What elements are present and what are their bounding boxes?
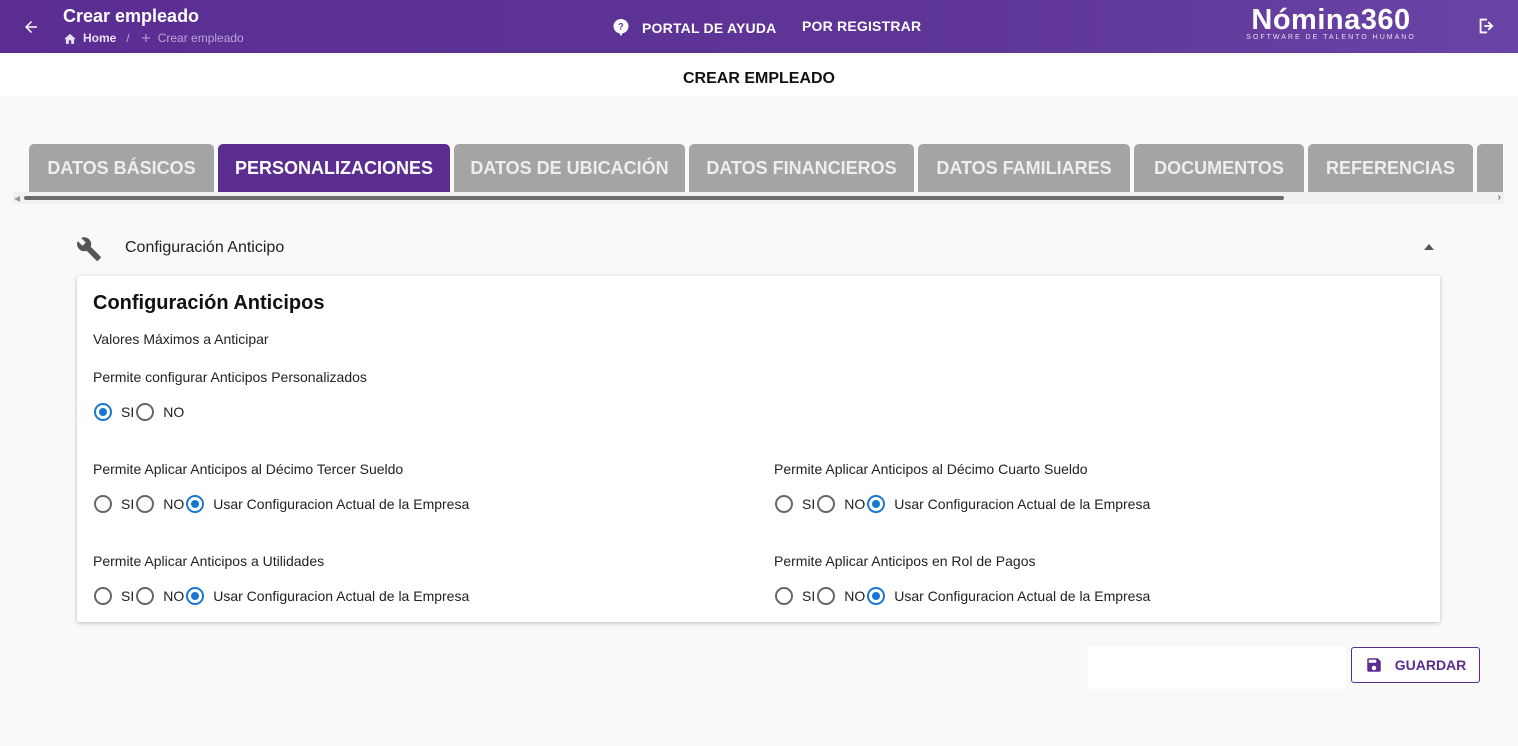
radio-group-utilidades: SI NO Usar Configuracion Actual de la Em… — [94, 586, 471, 606]
question-decimo-cuarto: Permite Aplicar Anticipos al Décimo Cuar… — [774, 461, 1088, 477]
radio-label-si[interactable]: SI — [121, 496, 134, 512]
breadcrumb-home-label: Home — [83, 31, 117, 45]
radio-label-no[interactable]: NO — [844, 588, 865, 604]
section-title: Configuración Anticipo — [125, 239, 285, 256]
help-pin-icon: ? — [613, 19, 629, 37]
top-bar: Crear empleado Home / Crear empleado ? P… — [0, 0, 1518, 53]
radio-decimo-cuarto-si[interactable] — [775, 495, 793, 513]
plus-icon — [141, 34, 150, 42]
scroll-thumb[interactable] — [24, 196, 1284, 200]
radio-utilidades-no[interactable] — [136, 587, 155, 605]
radio-label-empresa[interactable]: Usar Configuracion Actual de la Empresa — [894, 496, 1150, 512]
save-button[interactable]: GUARDAR — [1351, 647, 1480, 683]
logo-name: Nómina360 — [1251, 4, 1411, 36]
help-portal-link[interactable]: ? PORTAL DE AYUDA — [612, 18, 776, 38]
back-button[interactable] — [18, 14, 44, 40]
save-button-label: GUARDAR — [1394, 657, 1467, 673]
anticipos-card: Configuración Anticipos Valores Máximos … — [77, 276, 1440, 622]
radio-personalizados-si[interactable] — [94, 403, 112, 421]
brand-logo: Nómina360 SOFTWARE DE TALENTO HUMANO — [1240, 4, 1422, 41]
svg-text:?: ? — [618, 22, 624, 32]
pending-register-label: POR REGISTRAR — [802, 18, 922, 34]
caret-up-icon[interactable] — [1424, 244, 1434, 250]
question-utilidades: Permite Aplicar Anticipos a Utilidades — [93, 553, 325, 569]
radio-personalizados-no[interactable] — [136, 403, 155, 421]
breadcrumb-current: Crear empleado — [140, 31, 244, 45]
radio-label-si[interactable]: SI — [802, 588, 815, 604]
logo-tagline: SOFTWARE DE TALENTO HUMANO — [1246, 34, 1416, 41]
radio-label-si[interactable]: SI — [121, 404, 134, 420]
radio-decimo-cuarto-empresa[interactable] — [867, 495, 886, 513]
radio-decimo-tercer-si[interactable] — [94, 495, 112, 513]
breadcrumb-current-label: Crear empleado — [157, 31, 244, 45]
logout-icon — [1479, 18, 1494, 34]
home-icon — [64, 33, 76, 44]
section-header-configuracion-anticipo[interactable]: Configuración Anticipo — [76, 234, 1440, 262]
question-rol-pagos: Permite Aplicar Anticipos en Rol de Pago… — [774, 553, 1036, 569]
header-title: Crear empleado — [63, 6, 200, 26]
radio-label-no[interactable]: NO — [163, 496, 184, 512]
radio-label-no[interactable]: NO — [163, 588, 184, 604]
radio-label-si[interactable]: SI — [802, 496, 815, 512]
card-subtitle: Valores Máximos a Anticipar — [93, 331, 269, 347]
pending-register-link[interactable]: POR REGISTRAR — [802, 18, 921, 34]
radio-decimo-tercer-no[interactable] — [136, 495, 155, 513]
save-area — [1088, 646, 1346, 689]
radio-label-empresa[interactable]: Usar Configuracion Actual de la Empresa — [894, 588, 1150, 604]
radio-utilidades-empresa[interactable] — [186, 587, 205, 605]
tab-datos-basicos[interactable]: DATOS BÁSICOS — [29, 144, 214, 192]
tab-datos-ubicacion[interactable]: DATOS DE UBICACIÓN — [454, 144, 685, 192]
radio-utilidades-si[interactable] — [94, 587, 112, 605]
radio-group-decimo-cuarto: SI NO Usar Configuracion Actual de la Em… — [775, 494, 1152, 514]
question-decimo-tercer: Permite Aplicar Anticipos al Décimo Terc… — [93, 461, 404, 477]
tab-referencias[interactable]: REFERENCIAS — [1308, 144, 1473, 192]
scroll-left-arrow-icon[interactable]: ◀ — [14, 194, 20, 203]
tabs-scrollbar[interactable]: ◀ › — [13, 192, 1504, 204]
radio-group-personalizados: SI NO — [94, 402, 186, 422]
tab-documentos[interactable]: DOCUMENTOS — [1134, 144, 1304, 192]
radio-rol-pagos-no[interactable] — [817, 587, 836, 605]
breadcrumb-home[interactable]: Home — [63, 31, 116, 45]
radio-label-empresa[interactable]: Usar Configuracion Actual de la Empresa — [213, 588, 469, 604]
help-portal-label: PORTAL DE AYUDA — [642, 20, 777, 36]
radio-label-empresa[interactable]: Usar Configuracion Actual de la Empresa — [213, 496, 469, 512]
arrow-left-icon — [25, 21, 37, 33]
floppy-disk-icon — [1366, 658, 1381, 672]
card-title: Configuración Anticipos — [93, 292, 325, 314]
tab-datos-financieros[interactable]: DATOS FINANCIEROS — [689, 144, 914, 192]
tab-datos-familiares[interactable]: DATOS FAMILIARES — [918, 144, 1130, 192]
tab-bar: DATOS BÁSICOS PERSONALIZACIONES DATOS DE… — [29, 144, 1503, 192]
radio-rol-pagos-si[interactable] — [775, 587, 793, 605]
breadcrumb: Home / Crear empleado — [63, 31, 244, 45]
tab-more[interactable] — [1477, 144, 1503, 192]
radio-label-no[interactable]: NO — [163, 404, 184, 420]
question-personalizados: Permite configurar Anticipos Personaliza… — [93, 369, 367, 385]
radio-label-no[interactable]: NO — [844, 496, 865, 512]
radio-decimo-tercer-empresa[interactable] — [186, 495, 205, 513]
logout-button[interactable] — [1476, 15, 1500, 39]
breadcrumb-separator: / — [126, 31, 130, 45]
radio-label-si[interactable]: SI — [121, 588, 134, 604]
scroll-right-arrow-icon[interactable]: › — [1498, 192, 1501, 203]
wrench-icon — [77, 237, 101, 261]
radio-rol-pagos-empresa[interactable] — [867, 587, 886, 605]
radio-group-rol-pagos: SI NO Usar Configuracion Actual de la Em… — [775, 586, 1152, 606]
radio-decimo-cuarto-no[interactable] — [817, 495, 836, 513]
page-title: CREAR EMPLEADO — [0, 53, 1518, 96]
tab-personalizaciones[interactable]: PERSONALIZACIONES — [218, 144, 450, 192]
radio-group-decimo-tercer: SI NO Usar Configuracion Actual de la Em… — [94, 494, 471, 514]
